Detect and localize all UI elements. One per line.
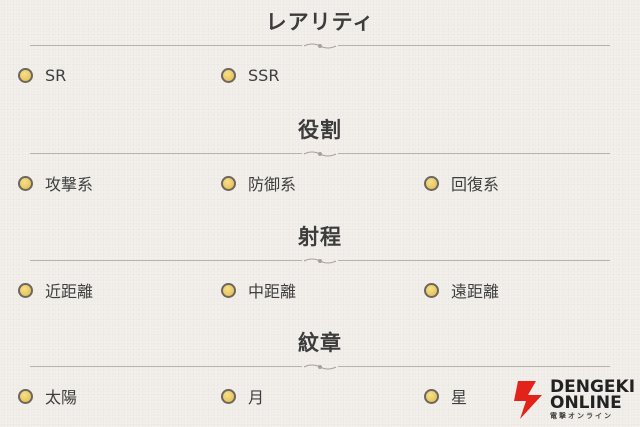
section-divider — [30, 149, 610, 159]
section-title-rarity: レアリティ — [265, 10, 375, 34]
radio-dot-icon — [221, 175, 236, 191]
option-short-range[interactable]: 近距離 — [18, 279, 93, 301]
radio-dot-icon — [221, 67, 236, 83]
section-divider — [30, 256, 610, 266]
lightning-logo-icon — [514, 381, 542, 419]
section-title-crest: 紋章 — [298, 331, 342, 355]
radio-dot-icon — [18, 67, 33, 83]
section-title-range: 射程 — [298, 225, 342, 249]
option-label: 太陽 — [45, 388, 78, 407]
divider-ornament-icon — [303, 364, 337, 370]
option-sun[interactable]: 太陽 — [18, 385, 77, 407]
radio-dot-icon — [18, 282, 33, 298]
section-divider — [30, 41, 610, 51]
divider-ornament-icon — [303, 258, 337, 264]
option-attack[interactable]: 攻撃系 — [18, 172, 93, 194]
radio-dot-icon — [18, 175, 33, 191]
option-recovery[interactable]: 回復系 — [424, 172, 499, 194]
option-label: 攻撃系 — [45, 175, 94, 194]
option-moon[interactable]: 月 — [221, 385, 264, 407]
option-label: 防御系 — [248, 175, 297, 194]
radio-dot-icon — [424, 388, 439, 404]
section-title-role: 役割 — [298, 118, 342, 142]
radio-dot-icon — [424, 282, 439, 298]
option-label: SR — [45, 65, 67, 85]
option-mid-range[interactable]: 中距離 — [221, 279, 296, 301]
radio-dot-icon — [424, 175, 439, 191]
option-label: SSR — [248, 65, 280, 85]
option-defense[interactable]: 防御系 — [221, 172, 296, 194]
option-label: 月 — [248, 388, 265, 407]
dengeki-online-logo: DENGEKI ONLINE 電撃オンライン — [512, 377, 638, 421]
option-label: 星 — [451, 388, 468, 407]
option-label: 近距離 — [45, 282, 94, 301]
option-long-range[interactable]: 遠距離 — [424, 279, 499, 301]
logo-line-2: ONLINE — [550, 393, 622, 413]
divider-ornament-icon — [303, 151, 337, 157]
radio-dot-icon — [221, 388, 236, 404]
option-label: 回復系 — [451, 175, 500, 194]
option-label: 中距離 — [248, 282, 297, 301]
option-sr[interactable]: SR — [18, 64, 66, 86]
radio-dot-icon — [221, 282, 236, 298]
divider-ornament-icon — [303, 43, 337, 49]
option-ssr[interactable]: SSR — [221, 64, 279, 86]
section-divider — [30, 362, 610, 372]
logo-line-3: 電撃オンライン — [550, 412, 613, 420]
option-star[interactable]: 星 — [424, 385, 467, 407]
radio-dot-icon — [18, 388, 33, 404]
option-label: 遠距離 — [451, 282, 500, 301]
